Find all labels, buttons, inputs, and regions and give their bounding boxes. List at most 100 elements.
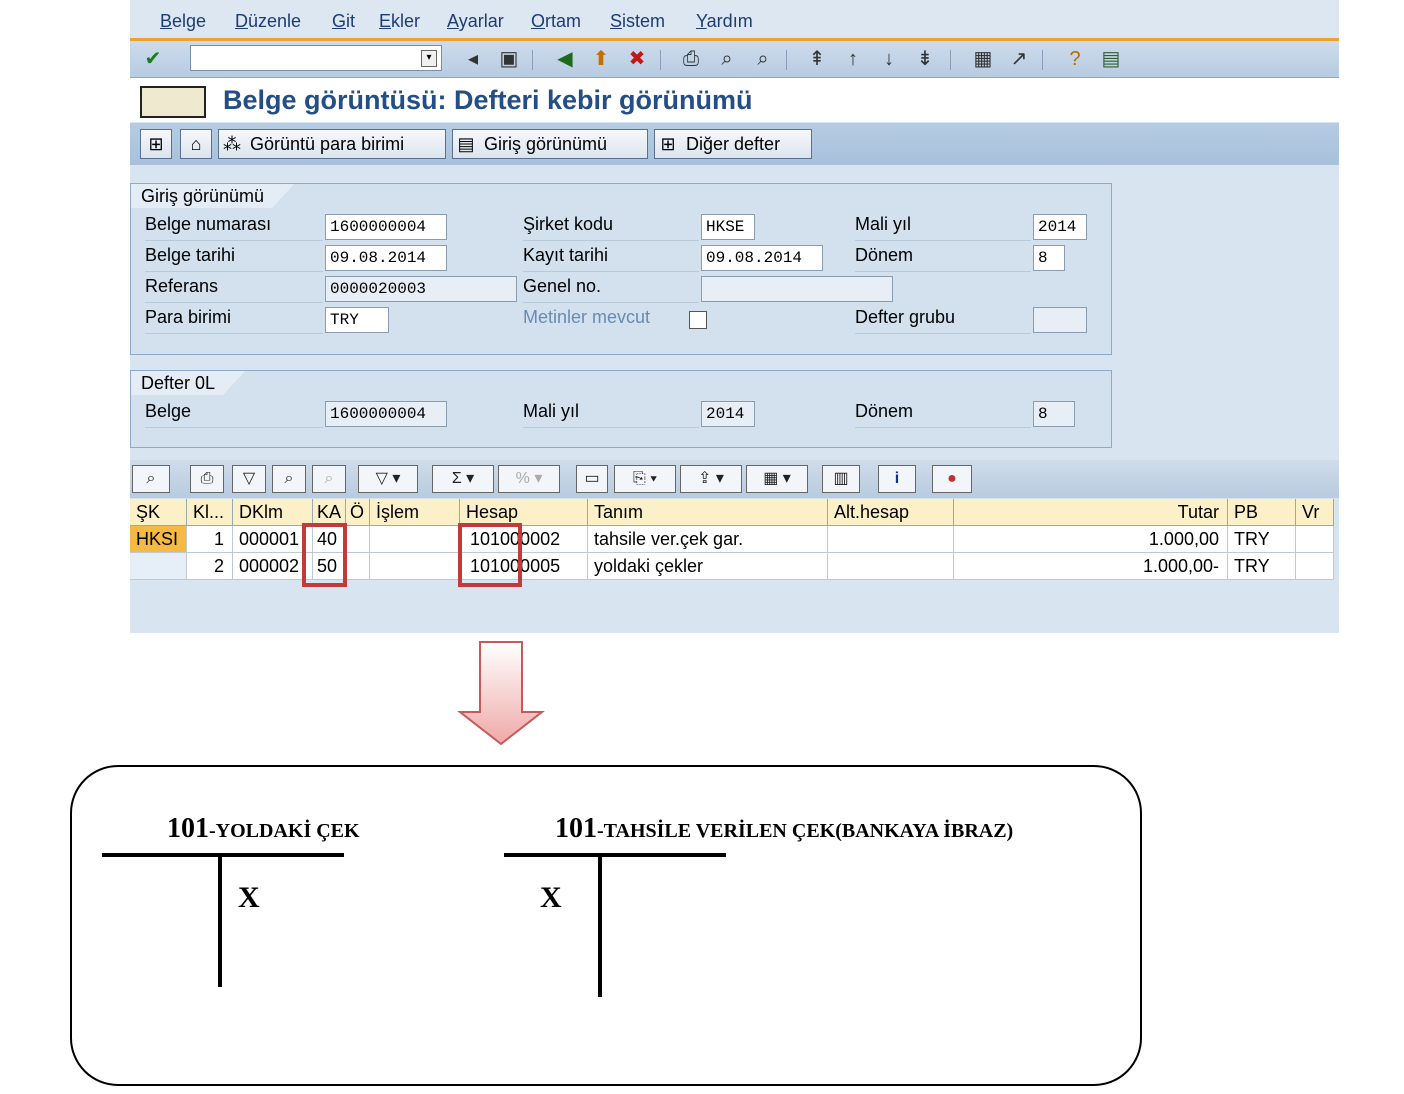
table-cell[interactable]: 1.000,00 bbox=[954, 526, 1228, 553]
table-cell[interactable] bbox=[1296, 553, 1334, 580]
exit-icon[interactable]: ⬆ bbox=[588, 46, 614, 72]
last-page-icon[interactable]: ⇟ bbox=[912, 46, 938, 72]
col-header[interactable]: Ö bbox=[346, 499, 370, 526]
table-cell[interactable]: TRY bbox=[1228, 526, 1296, 553]
table-cell[interactable] bbox=[828, 526, 954, 553]
table-cell[interactable] bbox=[346, 526, 370, 553]
find-icon[interactable]: ⌕ bbox=[714, 46, 740, 72]
currency-label: Para birimi bbox=[145, 307, 323, 334]
ledger-group-field[interactable] bbox=[1033, 307, 1087, 333]
table-cell[interactable] bbox=[370, 526, 460, 553]
col-header[interactable]: Vr bbox=[1296, 499, 1334, 526]
command-field[interactable]: ▾ bbox=[190, 45, 442, 71]
table-cell[interactable]: 2 bbox=[187, 553, 233, 580]
table-cell[interactable] bbox=[370, 553, 460, 580]
period-label: Dönem bbox=[855, 245, 1031, 272]
details-icon[interactable]: ⌕ bbox=[132, 465, 170, 493]
table-cell[interactable]: 1 bbox=[187, 526, 233, 553]
general-no-field[interactable] bbox=[701, 276, 893, 302]
ledger-doc-field[interactable]: 1600000004 bbox=[325, 401, 447, 427]
table-cell[interactable] bbox=[346, 553, 370, 580]
table-cell[interactable]: TRY bbox=[1228, 553, 1296, 580]
texts-exist-checkbox[interactable] bbox=[689, 311, 707, 329]
col-header[interactable]: Alt.hesap bbox=[828, 499, 954, 526]
table-cell[interactable]: 1.000,00- bbox=[954, 553, 1228, 580]
cancel-icon[interactable]: ✖ bbox=[624, 46, 650, 72]
hat-icon[interactable]: ⌂ bbox=[180, 129, 212, 159]
entry-view-button[interactable]: ▤ Giriş görünümü bbox=[452, 129, 648, 159]
menu-yardim[interactable]: Yardım bbox=[696, 11, 753, 32]
overview-icon[interactable]: ⊞ bbox=[140, 129, 172, 159]
prev-page-icon[interactable]: ↑ bbox=[840, 46, 866, 72]
print-preview-icon[interactable]: ▭ bbox=[576, 465, 608, 493]
col-header[interactable]: KA bbox=[313, 499, 346, 526]
posting-date-field[interactable]: 09.08.2014 bbox=[701, 245, 823, 271]
t-account-title: 101-TAHSİLE VERİLEN ÇEK(BANKAYA İBRAZ) bbox=[555, 813, 1014, 844]
color-wheel-icon[interactable]: ● bbox=[932, 465, 972, 493]
layout-icon[interactable]: ▤ bbox=[1098, 46, 1124, 72]
table-cell[interactable]: yoldaki çekler bbox=[588, 553, 828, 580]
ledger-year-field[interactable]: 2014 bbox=[701, 401, 755, 427]
new-session-icon[interactable]: ▦ bbox=[970, 46, 996, 72]
table-cell[interactable]: 000002 bbox=[233, 553, 313, 580]
back-arrow-icon[interactable]: ◂ bbox=[460, 46, 486, 72]
doc-no-field[interactable]: 1600000004 bbox=[325, 214, 447, 240]
other-ledger-button[interactable]: ⊞ Diğer defter bbox=[654, 129, 812, 159]
sum-icon[interactable]: Σ ▾ bbox=[432, 465, 494, 493]
menu-belge[interactable]: Belge bbox=[160, 11, 206, 32]
first-page-icon[interactable]: ⇞ bbox=[804, 46, 830, 72]
system-toolbar: ✔ ▾ ◂ ▣ ◀ ⬆ ✖ ⎙ ⌕ ⌕ ⇞ ↑ ↓ ⇟ ▦ ↗ ? ▤ bbox=[130, 41, 1339, 78]
col-header[interactable]: ŞK bbox=[130, 499, 187, 526]
menu-ayarlar[interactable]: Ayarlar bbox=[447, 11, 504, 32]
table-cell[interactable]: 000001 bbox=[233, 526, 313, 553]
currency-button[interactable]: ⁂ Görüntü para birimi bbox=[218, 129, 446, 159]
ledger-group: Defter 0L Belge 1600000004 Mali yıl 2014… bbox=[130, 370, 1112, 448]
reference-field[interactable]: 0000020003 bbox=[325, 276, 517, 302]
table-cell[interactable] bbox=[1296, 526, 1334, 553]
table-cell[interactable] bbox=[828, 553, 954, 580]
col-header[interactable]: DKlm bbox=[233, 499, 313, 526]
info-icon[interactable]: i bbox=[878, 465, 916, 493]
menu-ortam[interactable]: Ortam bbox=[531, 11, 581, 32]
chart-icon[interactable]: ▥ bbox=[822, 465, 860, 493]
account-highlight bbox=[458, 523, 522, 587]
currency-field[interactable]: TRY bbox=[325, 307, 389, 333]
fiscal-year-field[interactable]: 2014 bbox=[1033, 214, 1087, 240]
set-filter-icon[interactable]: ▽ ▾ bbox=[358, 465, 418, 493]
find-next-icon[interactable]: ⌕ bbox=[750, 46, 776, 72]
col-header[interactable]: Tanım bbox=[588, 499, 828, 526]
col-header[interactable]: Hesap bbox=[460, 499, 588, 526]
print-icon[interactable]: ⎙ bbox=[678, 46, 704, 72]
col-header[interactable]: Tutar bbox=[954, 499, 1228, 526]
next-page-icon[interactable]: ↓ bbox=[876, 46, 902, 72]
send-icon[interactable]: ⇪ ▾ bbox=[680, 465, 742, 493]
back-icon[interactable]: ◀ bbox=[552, 46, 578, 72]
table-cell[interactable] bbox=[130, 553, 187, 580]
menu-ekler[interactable]: Ekler bbox=[379, 11, 420, 32]
help-icon[interactable]: ? bbox=[1062, 46, 1088, 72]
layout-icon[interactable]: ▦ ▾ bbox=[746, 465, 808, 493]
col-header[interactable]: İşlem bbox=[370, 499, 460, 526]
find-icon[interactable]: ⌕ bbox=[272, 465, 306, 493]
doc-date-field[interactable]: 09.08.2014 bbox=[325, 245, 447, 271]
period-field[interactable]: 8 bbox=[1033, 245, 1065, 271]
command-dropdown-icon[interactable]: ▾ bbox=[421, 50, 437, 67]
company-field[interactable]: HKSE bbox=[701, 214, 755, 240]
subtotal-icon[interactable]: % ▾ bbox=[498, 465, 560, 493]
col-header[interactable]: PB bbox=[1228, 499, 1296, 526]
shortcut-icon[interactable]: ↗ bbox=[1006, 46, 1032, 72]
print-icon[interactable]: ⎙ bbox=[190, 465, 224, 493]
table-cell[interactable]: HKSI bbox=[130, 526, 187, 553]
col-header[interactable]: Kl... bbox=[187, 499, 233, 526]
table-cell[interactable]: tahsile ver.çek gar. bbox=[588, 526, 828, 553]
find-next-icon[interactable]: ⌕ bbox=[312, 465, 346, 493]
menu-git[interactable]: Git bbox=[332, 11, 355, 32]
menu-duzenle[interactable]: Düzenle bbox=[235, 11, 301, 32]
export-icon[interactable]: ⎘ ▾ bbox=[614, 465, 676, 493]
filter-icon[interactable]: ▽ bbox=[232, 465, 266, 493]
separator bbox=[786, 50, 787, 70]
menu-sistem[interactable]: Sistem bbox=[610, 11, 665, 32]
save-icon[interactable]: ▣ bbox=[496, 46, 522, 72]
ledger-period-field[interactable]: 8 bbox=[1033, 401, 1075, 427]
enter-check-icon[interactable]: ✔ bbox=[140, 46, 166, 72]
